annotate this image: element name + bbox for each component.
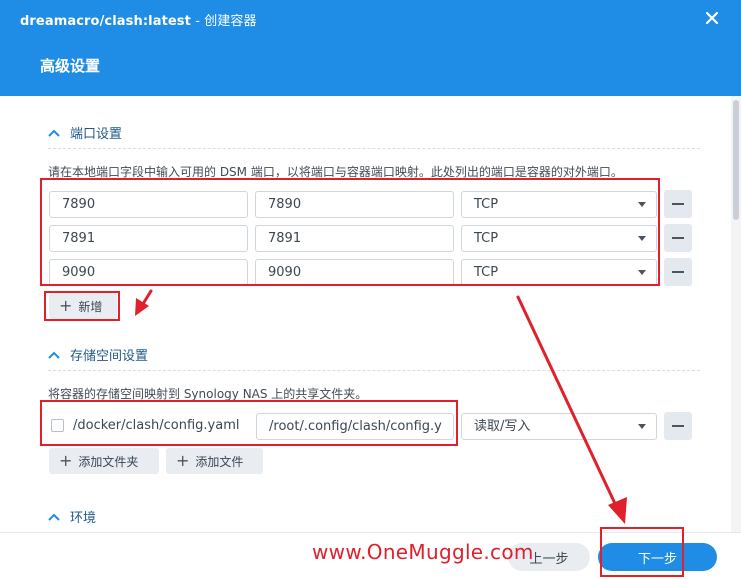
caret-down-icon [638, 424, 646, 429]
local-port-input[interactable]: 7891 [49, 225, 248, 252]
add-folder-label: 添加文件夹 [78, 454, 139, 469]
chevron-up-icon [48, 351, 60, 359]
protocol-select[interactable]: TCP [461, 225, 657, 252]
chevron-up-icon [48, 129, 60, 137]
chevron-up-icon [48, 513, 60, 521]
window-title: dreamacro/clash:latest - 创建容器 [20, 10, 257, 29]
remove-row-button[interactable] [664, 258, 692, 286]
scrollbar[interactable] [731, 96, 741, 532]
plus-icon: + [59, 296, 73, 315]
protocol-value: TCP [474, 265, 499, 280]
container-port-input[interactable]: 7890 [255, 191, 454, 218]
add-file-button[interactable]: + 添加文件 [166, 448, 263, 474]
section-toggle-ports[interactable]: 端口设置 [48, 123, 122, 142]
caret-down-icon [638, 202, 646, 207]
container-port-input[interactable]: 9090 [255, 259, 454, 286]
caret-down-icon [638, 270, 646, 275]
dialog-content: 端口设置 请在本地端口字段中输入可用的 DSM 端口，以将端口与容器端口映射。此… [0, 96, 741, 532]
watermark-text: www.OneMuggle.com [312, 540, 534, 564]
scrollbar-thumb[interactable] [733, 100, 739, 220]
add-port-button[interactable]: + 新增 [49, 293, 117, 319]
divider [48, 370, 700, 371]
caret-down-icon [638, 236, 646, 241]
dialog-header: dreamacro/clash:latest - 创建容器 高级设置 [0, 0, 741, 96]
permission-select[interactable]: 读取/写入 [461, 413, 657, 440]
host-path-field[interactable]: /docker/clash/config.yaml [64, 412, 248, 439]
section-heading-ports: 端口设置 [70, 127, 123, 142]
close-icon[interactable] [703, 9, 721, 27]
add-folder-button[interactable]: + 添加文件夹 [49, 448, 159, 474]
permission-value: 读取/写入 [474, 419, 531, 434]
window-title-text: dreamacro/clash:latest [20, 14, 191, 29]
plus-icon: + [59, 451, 73, 470]
container-port-input[interactable]: 7891 [255, 225, 454, 252]
divider [48, 148, 700, 149]
add-file-label: 添加文件 [195, 454, 244, 469]
window-title-suffix: - 创建容器 [190, 14, 257, 29]
protocol-select[interactable]: TCP [461, 191, 657, 218]
section-heading-storage: 存储空间设置 [70, 349, 149, 364]
protocol-value: TCP [474, 231, 499, 246]
storage-row-checkbox[interactable] [51, 419, 64, 432]
port-description: 请在本地端口字段中输入可用的 DSM 端口，以将端口与容器端口映射。此处列出的端… [48, 165, 623, 179]
storage-description: 将容器的存储空间映射到 Synology NAS 上的共享文件夹。 [48, 387, 368, 401]
plus-icon: + [176, 451, 190, 470]
local-port-input[interactable]: 9090 [49, 259, 248, 286]
local-port-input[interactable]: 7890 [49, 191, 248, 218]
next-button[interactable]: 下一步 [598, 543, 717, 571]
section-toggle-storage[interactable]: 存储空间设置 [48, 345, 148, 364]
remove-storage-button[interactable] [664, 412, 692, 440]
section-toggle-environment[interactable]: 环境 [48, 507, 96, 526]
section-heading-environment: 环境 [70, 511, 97, 526]
remove-row-button[interactable] [664, 224, 692, 252]
add-port-label: 新增 [78, 299, 103, 314]
protocol-select[interactable]: TCP [461, 259, 657, 286]
mount-path-input[interactable]: /root/.config/clash/config.y [256, 413, 454, 440]
protocol-value: TCP [474, 197, 499, 212]
step-title: 高级设置 [40, 57, 101, 75]
remove-row-button[interactable] [664, 190, 692, 218]
